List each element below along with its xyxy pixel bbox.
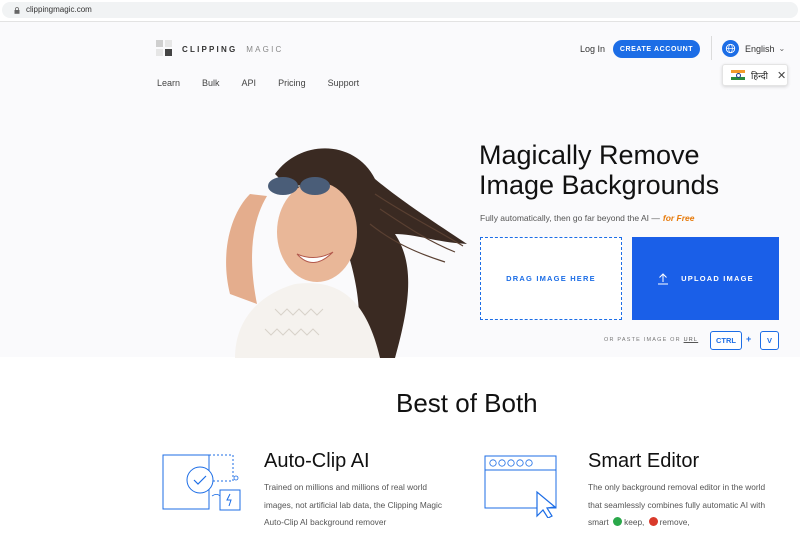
ctrl-key-badge: CTRL	[710, 331, 742, 350]
hero-headline: Magically Remove Image Backgrounds	[479, 140, 719, 200]
drag-image-label: DRAG IMAGE HERE	[506, 274, 596, 283]
nav-api[interactable]: API	[242, 78, 257, 88]
login-link[interactable]: Log In	[580, 44, 605, 54]
for-free-highlight: for Free	[662, 213, 695, 223]
v-key-badge: V	[760, 331, 779, 350]
feature-auto-clip-text: Trained on millions and millions of real…	[264, 482, 443, 527]
translate-popup[interactable]: हिन्दी ✕	[722, 64, 788, 86]
section-title: Best of Both	[396, 388, 538, 418]
url-field[interactable]: clippingmagic.com	[2, 2, 798, 18]
upload-image-label: UPLOAD IMAGE	[681, 274, 754, 283]
hero-subtitle-text: Fully automatically, then go far beyond …	[480, 213, 660, 223]
paste-url-link[interactable]: URL	[684, 337, 699, 343]
feature-smart-editor-text: The only background removal editor in th…	[588, 479, 768, 532]
remove-label: remove,	[659, 517, 690, 527]
chevron-down-icon: ⌄	[778, 44, 786, 53]
drag-image-dropzone[interactable]: DRAG IMAGE HERE	[480, 237, 622, 320]
main-nav: Learn Bulk API Pricing Support	[157, 78, 381, 88]
remove-minus-icon	[648, 517, 658, 526]
nav-pricing[interactable]: Pricing	[278, 78, 306, 88]
speech-bubble-icon	[722, 40, 739, 57]
browser-address-bar[interactable]: clippingmagic.com	[0, 0, 800, 22]
close-icon[interactable]: ✕	[777, 69, 786, 82]
lock-icon	[14, 7, 20, 14]
upload-image-button[interactable]: UPLOAD IMAGE	[632, 237, 779, 320]
hero-subtitle: Fully automatically, then go far beyond …	[480, 213, 695, 223]
paste-hint: OR PASTE IMAGE OR URL	[604, 337, 698, 343]
keep-plus-icon	[613, 517, 623, 526]
hero-headline-line-1: Magically Remove	[479, 140, 700, 170]
nav-learn[interactable]: Learn	[157, 78, 180, 88]
language-selector[interactable]: English ⌄	[722, 40, 785, 57]
language-label: English	[745, 43, 775, 54]
keep-label: keep,	[624, 517, 645, 527]
feature-auto-clip-title: Auto-Clip AI	[264, 450, 370, 472]
logo-mark-icon	[156, 40, 174, 58]
plus-sign: +	[746, 334, 752, 344]
smart-editor-illustration-icon	[484, 455, 557, 518]
create-account-button[interactable]: CREATE ACCOUNT	[613, 40, 700, 58]
hero-headline-line-2: Image Backgrounds	[479, 170, 720, 200]
feature-smart-editor-title: Smart Editor	[588, 450, 700, 472]
paste-hint-text: OR PASTE IMAGE OR	[604, 337, 681, 343]
nav-support[interactable]: Support	[328, 78, 360, 88]
hero-photo	[226, 148, 467, 358]
india-flag-icon	[731, 70, 745, 80]
auto-clip-illustration-icon	[162, 454, 241, 511]
upload-icon	[658, 272, 669, 284]
page: CLIPPING MAGIC Learn Bulk API Pricing Su…	[0, 22, 800, 533]
site-logo[interactable]: CLIPPING MAGIC	[156, 40, 283, 58]
translate-language-label: हिन्दी	[751, 70, 769, 81]
url-text: clippingmagic.com	[26, 5, 92, 14]
nav-bulk[interactable]: Bulk	[202, 78, 220, 88]
logo-wordmark: CLIPPING MAGIC	[182, 44, 284, 54]
header-divider	[711, 36, 712, 60]
